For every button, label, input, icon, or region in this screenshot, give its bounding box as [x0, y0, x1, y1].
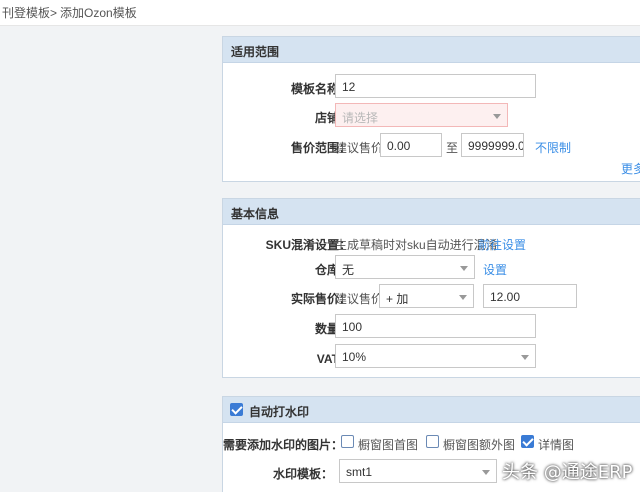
chevron-down-icon — [493, 114, 501, 119]
vat-select-value: 10% — [342, 350, 367, 364]
unlimited-link[interactable]: 不限制 — [535, 139, 571, 156]
price-max-input[interactable]: 9999999.00 — [461, 133, 524, 157]
watermark-images-label: 需要添加水印的图片： — [222, 438, 343, 452]
breadcrumb: 刊登模板> 添加Ozon模板 — [2, 4, 140, 21]
chevron-down-icon — [482, 470, 490, 475]
scope-panel-title: 适用范围 — [223, 37, 640, 63]
actual-suggest-text: 建议售价 — [335, 292, 384, 306]
watermark-template-value: smt1 — [346, 465, 373, 479]
price-min-input[interactable]: 0.00 — [380, 133, 442, 157]
shop-row: 店铺： 请选择 — [223, 103, 640, 129]
chevron-down-icon — [460, 266, 468, 271]
warehouse-row: 仓库： 无 设置 — [223, 255, 640, 281]
source-watermark: 头条 @通途ERP — [502, 462, 633, 483]
auto-watermark-checkbox[interactable] — [230, 403, 243, 416]
template-name-row: 模板名称： 12 — [223, 74, 640, 100]
warehouse-select-value: 无 — [342, 263, 355, 277]
watermark-images-row: 需要添加水印的图片： 橱窗图首图 橱窗图额外图 详情图 — [223, 430, 640, 456]
checkbox-main-image[interactable] — [341, 435, 354, 448]
scope-panel: 适用范围 模板名称： 12 店铺： 请选择 售价范围： 建议售价 0.00 至 … — [222, 36, 640, 182]
option-main-image-label: 橱窗图首图 — [358, 438, 419, 452]
watermark-panel-title: 自动打水印 — [249, 405, 310, 419]
quantity-row: 数量： 100 — [223, 314, 640, 340]
quantity-input[interactable]: 100 — [335, 314, 536, 338]
warehouse-select[interactable]: 无 — [335, 255, 475, 279]
option-detail-images-label: 详情图 — [538, 438, 575, 452]
checkbox-detail-images[interactable] — [521, 435, 534, 448]
checkbox-extra-images[interactable] — [426, 435, 439, 448]
suggest-price-text: 建议售价 — [335, 141, 384, 155]
vat-row: VAT： 10% — [223, 344, 640, 370]
price-range-row: 售价范围： 建议售价 0.00 至 9999999.00 不限制 — [223, 133, 640, 159]
price-operator-value: + 加 — [386, 292, 409, 306]
vat-select[interactable]: 10% — [335, 344, 536, 368]
warehouse-settings-link[interactable]: 设置 — [483, 261, 507, 278]
shop-select-placeholder: 请选择 — [342, 111, 379, 125]
basic-info-panel-title: 基本信息 — [223, 199, 640, 225]
shop-select[interactable]: 请选择 — [335, 103, 508, 127]
basic-info-panel: 基本信息 SKU混淆设置： 生成草稿时对sku自动进行混淆 前往设置 仓库： 无… — [222, 198, 640, 378]
watermark-template-select[interactable]: smt1 — [339, 459, 497, 483]
sku-description: 生成草稿时对sku自动进行混淆 — [335, 238, 498, 252]
chevron-down-icon — [521, 355, 529, 360]
price-adjust-input[interactable]: 12.00 — [483, 284, 577, 308]
breadcrumb-listing-templates[interactable]: 刊登模板> — [2, 6, 57, 20]
template-name-input[interactable]: 12 — [335, 74, 536, 98]
watermark-panel-header: 自动打水印 — [223, 397, 640, 423]
more-link[interactable]: 更多 — [621, 160, 640, 177]
option-extra-images-label: 橱窗图额外图 — [443, 438, 516, 452]
price-operator-select[interactable]: + 加 — [379, 284, 474, 308]
breadcrumb-add-ozon-template: 添加Ozon模板 — [60, 6, 137, 20]
chevron-down-icon — [459, 295, 467, 300]
sku-settings-link[interactable]: 前往设置 — [478, 236, 526, 253]
top-bar: 刊登模板> 添加Ozon模板 — [0, 0, 640, 26]
watermark-template-label: 水印模板： — [272, 467, 333, 481]
sku-row: SKU混淆设置： 生成草稿时对sku自动进行混淆 前往设置 — [223, 230, 640, 256]
actual-price-row: 实际售价： 建议售价 + 加 12.00 — [223, 284, 640, 310]
price-to-text: 至 — [446, 141, 459, 155]
